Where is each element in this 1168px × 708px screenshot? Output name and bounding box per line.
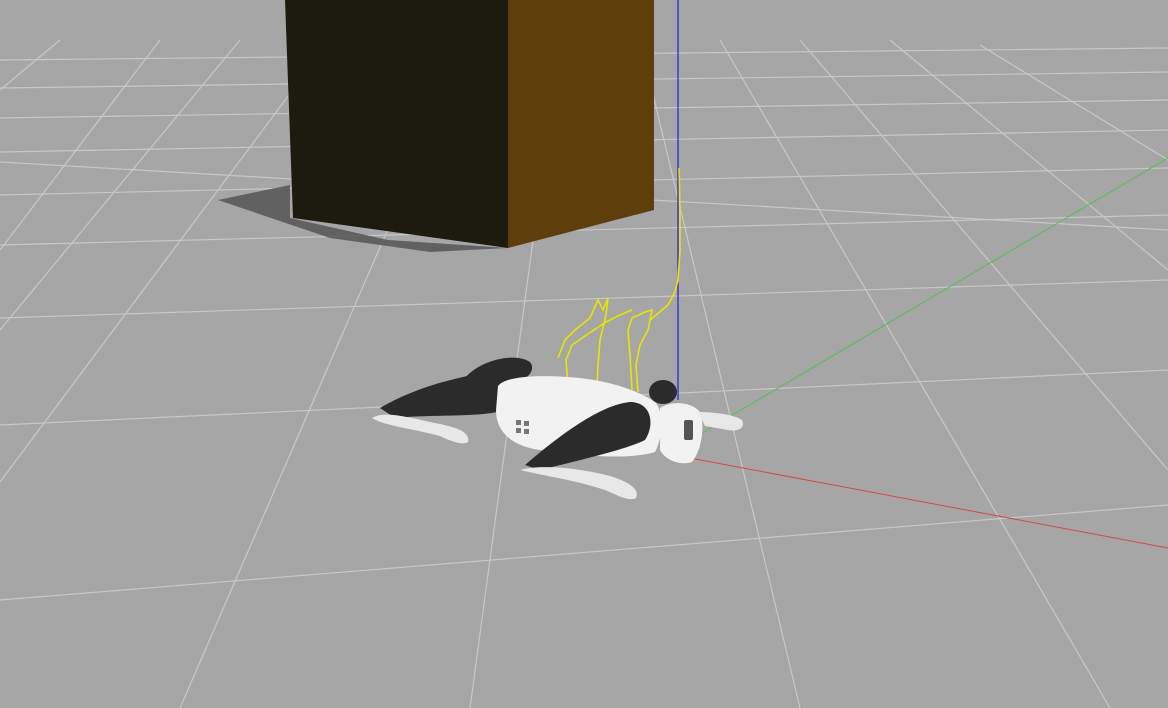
box-front-face [285, 0, 508, 248]
box-side-face [508, 0, 654, 248]
head-sensor-icon [684, 420, 693, 440]
robot-head [660, 403, 703, 464]
scene-canvas[interactable] [0, 0, 1168, 708]
3d-viewport[interactable] [0, 0, 1168, 708]
front-left-shoulder [649, 380, 677, 404]
